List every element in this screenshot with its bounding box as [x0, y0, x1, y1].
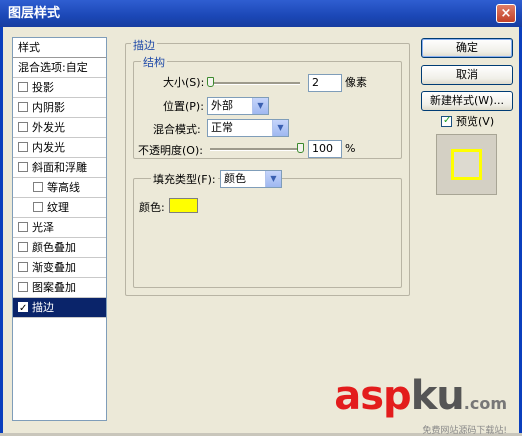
- contour-checkbox[interactable]: [33, 182, 43, 192]
- texture-checkbox[interactable]: [33, 202, 43, 212]
- size-unit: 像素: [345, 76, 367, 89]
- list-item-inner-shadow[interactable]: 内阴影: [13, 98, 106, 118]
- preview-label: 预览(V): [456, 115, 495, 128]
- stroke-checkbox[interactable]: [18, 299, 28, 318]
- fill-type-select-value: 颜色: [224, 172, 246, 185]
- opacity-slider-track[interactable]: [210, 148, 300, 151]
- drop-shadow-checkbox[interactable]: [18, 82, 28, 92]
- close-icon: ×: [500, 6, 512, 21]
- blend-mode-select-value: 正常: [211, 121, 233, 134]
- stroke-color-swatch[interactable]: [169, 198, 198, 213]
- list-item-label: 纹理: [47, 201, 69, 214]
- list-item-label: 图案叠加: [32, 281, 76, 294]
- list-item-label: 样式: [18, 41, 40, 54]
- size-input[interactable]: 2: [308, 74, 342, 92]
- chevron-down-icon: ▼: [265, 171, 281, 187]
- inner-glow-checkbox[interactable]: [18, 142, 28, 152]
- list-item-bevel-emboss[interactable]: 斜面和浮雕: [13, 158, 106, 178]
- cancel-button[interactable]: 取消: [421, 65, 513, 85]
- list-item-texture[interactable]: 纹理: [13, 198, 106, 218]
- preview-checkbox[interactable]: [441, 114, 452, 128]
- position-label: 位置(P):: [163, 100, 204, 113]
- watermark-tagline: 免费网站源码下载站!: [422, 426, 507, 436]
- opacity-label: 不透明度(O):: [138, 144, 203, 157]
- chevron-down-icon: ▼: [272, 120, 288, 136]
- satin-checkbox[interactable]: [18, 222, 28, 232]
- fill-group: [133, 178, 402, 288]
- dialog-body: 样式 混合选项:自定 投影 内阴影 外发光 内发光 斜面和浮雕 等高线 纹理 光…: [0, 27, 522, 436]
- list-item-label: 内发光: [32, 141, 65, 154]
- watermark-logo: aspku.com: [334, 373, 507, 419]
- title-bar: 图层样式 ×: [0, 0, 522, 27]
- style-preview: [436, 134, 497, 195]
- list-item-contour[interactable]: 等高线: [13, 178, 106, 198]
- list-item-pattern-overlay[interactable]: 图案叠加: [13, 278, 106, 298]
- list-item-label: 混合选项:自定: [18, 61, 88, 74]
- ok-button[interactable]: 确定: [421, 38, 513, 58]
- list-item-label: 描边: [32, 301, 54, 314]
- bevel-emboss-checkbox[interactable]: [18, 162, 28, 172]
- watermark: aspku.com 免费网站源码下载站!: [334, 375, 507, 436]
- list-item-label: 颜色叠加: [32, 241, 76, 254]
- outer-glow-checkbox[interactable]: [18, 122, 28, 132]
- blend-mode-label: 混合模式:: [153, 123, 201, 136]
- preview-checkbox-row[interactable]: 预览(V): [441, 114, 495, 129]
- size-label: 大小(S):: [163, 76, 205, 89]
- pattern-overlay-checkbox[interactable]: [18, 282, 28, 292]
- style-list: 样式 混合选项:自定 投影 内阴影 外发光 内发光 斜面和浮雕 等高线 纹理 光…: [12, 37, 107, 421]
- list-item-label: 投影: [32, 81, 54, 94]
- list-item-label: 光泽: [32, 221, 54, 234]
- list-item-satin[interactable]: 光泽: [13, 218, 106, 238]
- fill-type-label: 填充类型(F):: [151, 173, 218, 187]
- new-style-button[interactable]: 新建样式(W)...: [421, 91, 513, 111]
- size-slider-thumb[interactable]: [207, 77, 214, 87]
- structure-group-title: 结构: [141, 54, 167, 70]
- gradient-overlay-checkbox[interactable]: [18, 262, 28, 272]
- inner-shadow-checkbox[interactable]: [18, 102, 28, 112]
- opacity-slider-thumb[interactable]: [297, 143, 304, 153]
- list-item-gradient-overlay[interactable]: 渐变叠加: [13, 258, 106, 278]
- size-slider-track[interactable]: [210, 82, 300, 85]
- close-button[interactable]: ×: [496, 4, 516, 23]
- window-title: 图层样式: [8, 6, 61, 21]
- position-select[interactable]: 外部 ▼: [207, 97, 269, 115]
- stroke-group-title: 描边: [131, 37, 157, 53]
- fill-type-select[interactable]: 颜色 ▼: [220, 170, 282, 188]
- list-item-color-overlay[interactable]: 颜色叠加: [13, 238, 106, 258]
- opacity-unit: %: [345, 142, 356, 155]
- list-item-label: 渐变叠加: [32, 261, 76, 274]
- color-overlay-checkbox[interactable]: [18, 242, 28, 252]
- list-item-stroke[interactable]: 描边: [13, 298, 106, 318]
- position-select-value: 外部: [211, 99, 233, 112]
- list-item-label: 内阴影: [32, 101, 65, 114]
- list-item-label: 等高线: [47, 181, 80, 194]
- blend-mode-select[interactable]: 正常 ▼: [207, 119, 289, 137]
- list-item-label: 外发光: [32, 121, 65, 134]
- list-item-label: 斜面和浮雕: [32, 161, 87, 174]
- list-item-blending-options[interactable]: 混合选项:自定: [13, 58, 106, 78]
- color-label: 颜色:: [139, 201, 165, 214]
- list-item-inner-glow[interactable]: 内发光: [13, 138, 106, 158]
- opacity-input[interactable]: 100: [308, 140, 342, 158]
- chevron-down-icon: ▼: [252, 98, 268, 114]
- preview-thumbnail: [451, 149, 482, 180]
- list-item-drop-shadow[interactable]: 投影: [13, 78, 106, 98]
- list-item-outer-glow[interactable]: 外发光: [13, 118, 106, 138]
- list-item-styles[interactable]: 样式: [13, 38, 106, 58]
